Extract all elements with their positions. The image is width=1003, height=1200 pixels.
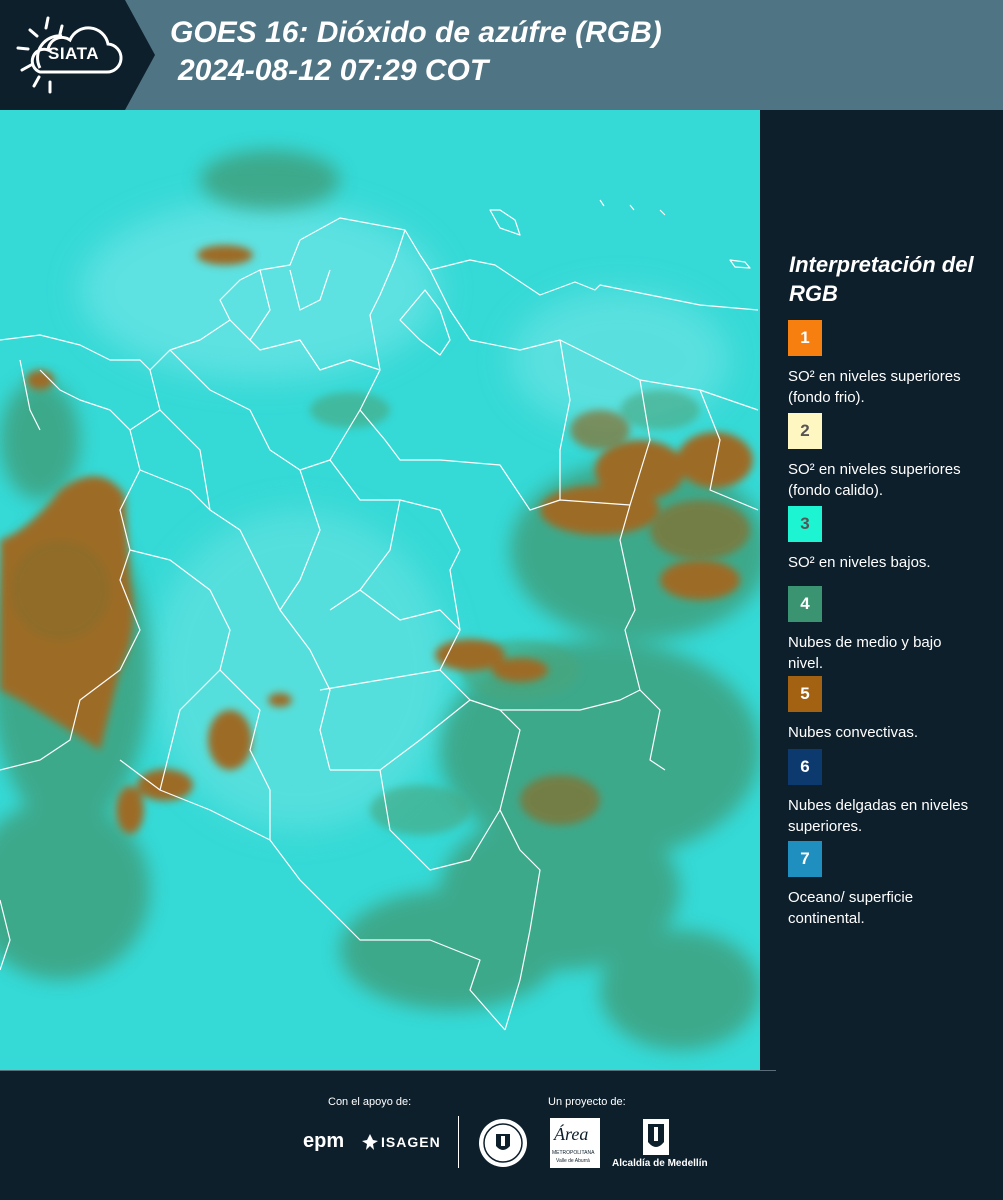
alcaldia-crest-icon (643, 1119, 669, 1155)
legend-panel: Interpretación del RGB 1 SO² en niveles s… (776, 110, 1003, 1070)
header-bar: SIATA GOES 16: Dióxido de azúfre (RGB) 2… (0, 0, 1003, 110)
area-metropolitana-main: Área (554, 1124, 589, 1144)
legend-item-2: 2 SO² en niveles superiores (fondo calido… (788, 413, 988, 501)
page-title: GOES 16: Dióxido de azúfre (RGB) 2024-08… (170, 14, 662, 90)
legend-text-5: Nubes convectivas. (788, 724, 919, 741)
legend-swatch-7: 7 (788, 841, 822, 877)
legend-item-1: 1 SO² en niveles superiores (fondo frio). (788, 320, 988, 408)
support-label: Con el apoyo de: (328, 1096, 412, 1108)
legend-title: Interpretación del RGB (789, 252, 974, 306)
footer-separator (458, 1116, 459, 1168)
map-image (0, 110, 760, 1070)
title-line-1: GOES 16: Dióxido de azúfre (RGB) (170, 16, 662, 49)
legend-swatch-3: 3 (788, 506, 822, 542)
legend-swatch-2: 2 (788, 413, 822, 449)
legend-text-7: Oceano/ superficie continental. (788, 889, 914, 927)
legend-item-6: 6 Nubes delgadas en niveles superiores. (788, 749, 988, 837)
logo-arrow (125, 0, 155, 110)
legend-swatch-4: 4 (788, 586, 822, 622)
satellite-map[interactable] (0, 110, 760, 1070)
legend-item-5: 5 Nubes convectivas. (788, 676, 988, 743)
isagen-icon (362, 1134, 378, 1150)
legend-item-3: 3 SO² en niveles bajos. (788, 506, 988, 573)
legend-swatch-5: 5 (788, 676, 822, 712)
legend-swatch-6: 6 (788, 749, 822, 785)
legend-text-1: SO² en niveles superiores (fondo frio). (788, 368, 961, 406)
area-metropolitana-logo: Área METROPOLITANA Valle de Aburrá (550, 1118, 600, 1168)
title-line-2: 2024-08-12 07:29 COT (178, 54, 489, 87)
alcaldia-label: Alcaldía de Medellín (612, 1158, 708, 1169)
siata-logo: SIATA (0, 0, 125, 110)
medellin-seal-icon (479, 1119, 527, 1167)
area-metropolitana-sub: METROPOLITANA (552, 1150, 595, 1156)
legend-text-6: Nubes delgadas en niveles superiores. (788, 797, 969, 835)
legend-item-4: 4 Nubes de medio y bajo nivel. (788, 586, 988, 674)
legend-text-2: SO² en niveles superiores (fondo calido)… (788, 461, 961, 499)
area-metropolitana-sub2: Valle de Aburrá (556, 1158, 590, 1164)
legend-swatch-1: 1 (788, 320, 822, 356)
footer-divider-line (0, 1070, 776, 1071)
legend-text-4: Nubes de medio y bajo nivel. (788, 634, 942, 672)
legend-item-7: 7 Oceano/ superficie continental. (788, 841, 988, 929)
legend-text-3: SO² en niveles bajos. (788, 554, 931, 571)
footer-bar: Con el apoyo de: Un proyecto de: epm ISA… (0, 1070, 1003, 1200)
epm-logo: epm (303, 1130, 345, 1152)
logo-text: SIATA (48, 44, 99, 63)
project-label: Un proyecto de: (548, 1096, 626, 1108)
isagen-logo: ISAGEN (381, 1134, 441, 1150)
